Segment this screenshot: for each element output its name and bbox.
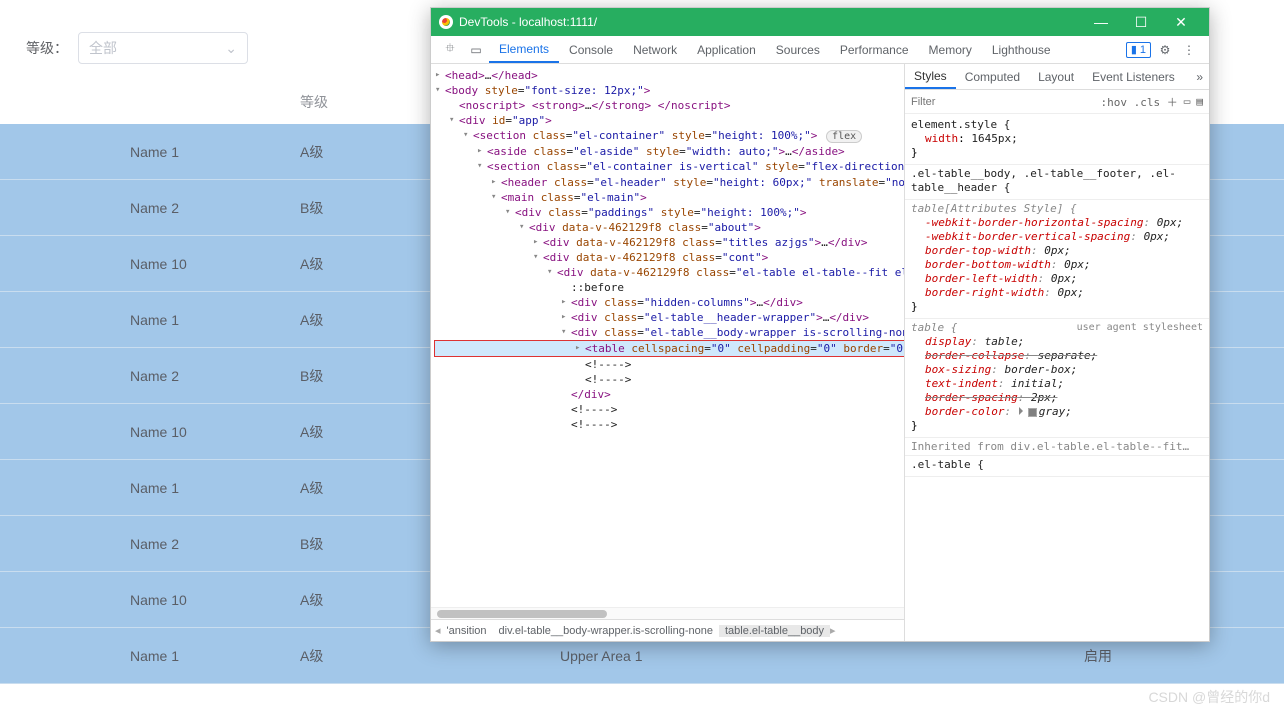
- chevron-down-icon: ⌄: [225, 40, 237, 57]
- dom-node[interactable]: <div id="app">: [435, 113, 904, 128]
- filter-actions[interactable]: :hov .cls ＋: [1101, 94, 1178, 110]
- tab-console[interactable]: Console: [559, 36, 623, 63]
- styles-filter-bar: :hov .cls ＋ ▭ ▤: [905, 90, 1209, 114]
- elements-panel: <head>…</head><body style="font-size: 12…: [431, 64, 904, 641]
- styles-tab-styles[interactable]: Styles: [905, 64, 956, 89]
- filter-bar: 等级： 全部 ⌄: [26, 32, 248, 64]
- crumb-next-icon[interactable]: ▸: [830, 624, 836, 637]
- dom-node[interactable]: <div data-v-462129f8 class="about">: [435, 220, 904, 235]
- devtools-window[interactable]: DevTools - localhost:1111/ — ☐ ✕ ⯐ ▭ Ele…: [430, 7, 1210, 642]
- dom-node[interactable]: ::before: [435, 280, 904, 295]
- styles-tab-event-listeners[interactable]: Event Listeners: [1083, 64, 1184, 89]
- css-rule[interactable]: .el-table {</span><div class="prop "><sp…: [905, 456, 1209, 477]
- dom-node[interactable]: <!---->: [435, 357, 904, 372]
- horizontal-scrollbar[interactable]: [431, 607, 904, 619]
- devtools-tabs: ⯐ ▭ ElementsConsoleNetworkApplicationSou…: [431, 36, 1209, 64]
- titlebar[interactable]: DevTools - localhost:1111/ — ☐ ✕: [431, 8, 1209, 36]
- dom-node[interactable]: <header class="el-header" style="height:…: [435, 175, 904, 190]
- dom-node[interactable]: <div class="hidden-columns">…</div>: [435, 295, 904, 310]
- dom-node[interactable]: <!---->: [435, 372, 904, 387]
- dom-node[interactable]: <div data-v-462129f8 class="cont">: [435, 250, 904, 265]
- tab-memory[interactable]: Memory: [919, 36, 982, 63]
- dom-node[interactable]: <table cellspacing="0" cellpadding="0" b…: [435, 341, 904, 356]
- more-tabs-icon[interactable]: »: [1190, 70, 1209, 84]
- css-rule[interactable]: table[Attributes Style] {-webkit-border-…: [905, 200, 1209, 319]
- dom-node[interactable]: <aside class="el-aside" style="width: au…: [435, 144, 904, 159]
- styles-tabs: StylesComputedLayoutEvent Listeners »: [905, 64, 1209, 90]
- styles-filter-input[interactable]: [911, 96, 1095, 108]
- minimize-button[interactable]: —: [1081, 8, 1121, 36]
- dom-node[interactable]: <section class="el-container is-vertical…: [435, 159, 904, 175]
- grade-select[interactable]: 全部 ⌄: [78, 32, 248, 64]
- css-rule[interactable]: .el-table__body, .el-table__footer, .el-…: [905, 165, 1209, 200]
- tab-lighthouse[interactable]: Lighthouse: [982, 36, 1061, 63]
- dom-node[interactable]: <!---->: [435, 402, 904, 417]
- dom-node[interactable]: </div>: [435, 387, 904, 402]
- dom-node[interactable]: <div class="el-table__body-wrapper is-sc…: [435, 325, 904, 340]
- filter-label: 等级：: [26, 38, 68, 58]
- dom-tree[interactable]: <head>…</head><body style="font-size: 12…: [431, 64, 904, 607]
- styles-tab-computed[interactable]: Computed: [956, 64, 1029, 89]
- inspect-icon[interactable]: ⯐: [437, 36, 463, 63]
- dom-node[interactable]: <div data-v-462129f8 class="titles azjgs…: [435, 235, 904, 250]
- crumb-item[interactable]: 'ansition: [441, 625, 493, 637]
- dom-node[interactable]: <body style="font-size: 12px;">: [435, 83, 904, 98]
- dom-node[interactable]: <main class="el-main">: [435, 190, 904, 205]
- tab-network[interactable]: Network: [623, 36, 687, 63]
- crumb-item[interactable]: div.el-table__body-wrapper.is-scrolling-…: [493, 625, 719, 637]
- device-icon[interactable]: ▭: [1184, 95, 1191, 108]
- toggle-icon[interactable]: ▤: [1196, 95, 1203, 108]
- css-rule[interactable]: element.style {width: 1645px;}: [905, 116, 1209, 165]
- dom-node[interactable]: <section class="el-container" style="hei…: [435, 128, 904, 144]
- close-button[interactable]: ✕: [1161, 8, 1201, 36]
- tab-performance[interactable]: Performance: [830, 36, 919, 63]
- dom-node[interactable]: <head>…</head>: [435, 68, 904, 83]
- tab-elements[interactable]: Elements: [489, 36, 559, 63]
- issues-badge[interactable]: ▮ 1: [1126, 42, 1151, 58]
- dom-node[interactable]: <!---->: [435, 417, 904, 432]
- window-title: DevTools - localhost:1111/: [459, 15, 597, 29]
- tab-application[interactable]: Application: [687, 36, 766, 63]
- more-icon[interactable]: ⋮: [1179, 43, 1199, 57]
- crumb-item-selected[interactable]: table.el-table__body: [719, 625, 830, 637]
- select-placeholder: 全部: [89, 38, 117, 58]
- tab-sources[interactable]: Sources: [766, 36, 830, 63]
- maximize-button[interactable]: ☐: [1121, 8, 1161, 36]
- dom-node[interactable]: <div data-v-462129f8 class="el-table el-…: [435, 265, 904, 280]
- chrome-icon: [439, 15, 453, 29]
- dom-node[interactable]: <div class="el-table__header-wrapper">…<…: [435, 310, 904, 325]
- settings-icon[interactable]: ⚙: [1155, 43, 1175, 57]
- css-rule[interactable]: table {user agent stylesheetdisplay: tab…: [905, 319, 1209, 438]
- device-icon[interactable]: ▭: [463, 36, 489, 63]
- dom-node[interactable]: <div class="paddings" style="height: 100…: [435, 205, 904, 220]
- breadcrumb[interactable]: ◂ 'ansition div.el-table__body-wrapper.i…: [431, 619, 904, 641]
- styles-panel: StylesComputedLayoutEvent Listeners » :ho…: [904, 64, 1209, 641]
- styles-tab-layout[interactable]: Layout: [1029, 64, 1083, 89]
- styles-rules[interactable]: element.style {width: 1645px;}.el-table_…: [905, 114, 1209, 641]
- dom-node[interactable]: <noscript> <strong>…</strong> </noscript…: [435, 98, 904, 113]
